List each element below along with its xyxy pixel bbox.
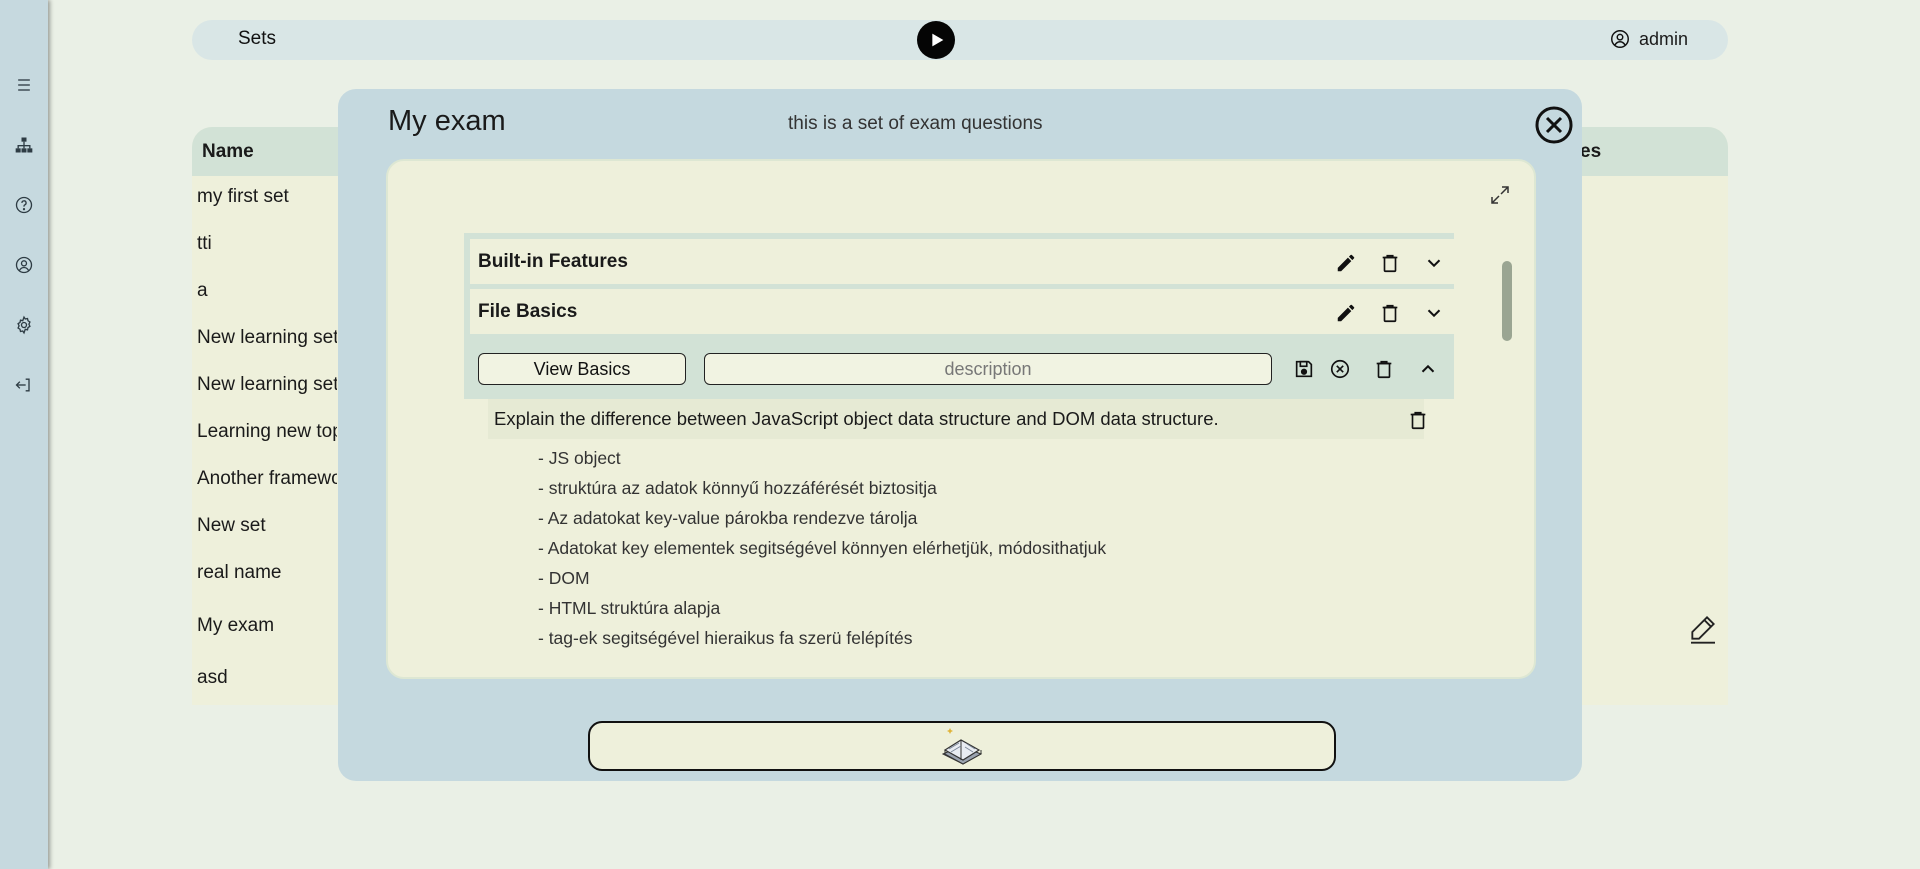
user-circle-icon[interactable] xyxy=(12,253,36,277)
play-button[interactable] xyxy=(917,21,955,59)
pencil-icon[interactable] xyxy=(1334,301,1358,325)
username: admin xyxy=(1638,28,1688,49)
study-button[interactable] xyxy=(588,721,1336,771)
table-row[interactable]: real name xyxy=(197,562,337,584)
table-row[interactable]: a xyxy=(197,280,337,302)
topic-edit-row xyxy=(464,339,1454,399)
menu-icon[interactable] xyxy=(12,73,36,97)
topic-title-input[interactable] xyxy=(478,353,686,385)
play-icon xyxy=(932,33,944,47)
topic-list: Built-in Features File Basics E xyxy=(464,233,1454,653)
top-bar: Sets admin xyxy=(192,20,1728,60)
sidebar xyxy=(0,0,48,869)
answer-line: - struktúra az adatok könnyű hozzáférésé… xyxy=(538,478,937,498)
chevron-down-icon[interactable] xyxy=(1422,301,1446,325)
table-row[interactable]: New set xyxy=(197,515,337,537)
help-icon[interactable] xyxy=(12,193,36,217)
set-modal: My exam this is a set of exam questions … xyxy=(338,89,1582,781)
topic-description-input[interactable] xyxy=(704,353,1272,385)
study-book-icon xyxy=(941,728,983,765)
topic-item[interactable]: Built-in Features xyxy=(464,239,1454,289)
cancel-icon[interactable] xyxy=(1328,357,1352,381)
user-menu[interactable]: admin xyxy=(1609,28,1688,50)
table-row[interactable]: tti xyxy=(197,233,337,255)
trash-icon[interactable] xyxy=(1378,251,1402,275)
question-item[interactable]: Explain the difference between JavaScrip… xyxy=(488,399,1426,439)
gear-icon[interactable] xyxy=(12,313,36,337)
pencil-icon[interactable] xyxy=(1334,251,1358,275)
trash-icon[interactable] xyxy=(1378,301,1402,325)
topic-title: Built-in Features xyxy=(478,251,628,272)
trash-icon[interactable] xyxy=(1406,408,1430,432)
save-icon[interactable] xyxy=(1292,357,1316,381)
chevron-down-icon[interactable] xyxy=(1422,251,1446,275)
answer-line: - JS object xyxy=(538,448,621,468)
user-circle-icon xyxy=(1610,30,1629,48)
answer-line: - DOM xyxy=(538,568,590,588)
modal-description: this is a set of exam questions xyxy=(788,113,1043,134)
answer-line: - Az adatokat key-value párokba rendezve… xyxy=(538,508,918,528)
close-button[interactable] xyxy=(1534,105,1574,145)
trash-icon[interactable] xyxy=(1372,357,1396,381)
page-title: Sets xyxy=(238,28,277,49)
table-row[interactable]: My exam xyxy=(197,615,337,637)
table-row[interactable]: New learning set xyxy=(197,327,337,349)
table-row[interactable]: asd xyxy=(197,667,337,689)
expand-icon[interactable] xyxy=(1488,183,1514,209)
column-header-name: Name xyxy=(202,141,254,162)
answer-text: - JS object - struktúra az adatok könnyű… xyxy=(538,443,1454,653)
scrollbar-thumb[interactable] xyxy=(1502,261,1512,341)
logout-icon[interactable] xyxy=(12,373,36,397)
column-header-right: es xyxy=(1580,141,1602,162)
answer-line: - Adatokat key elementek segitségével kö… xyxy=(538,538,1107,558)
topic-title: File Basics xyxy=(478,301,578,322)
answer-line: - HTML struktúra alapja xyxy=(538,598,721,618)
question-text: Explain the difference between JavaScrip… xyxy=(494,408,1219,429)
sitemap-icon[interactable] xyxy=(12,133,36,157)
table-row[interactable]: New learning set xyxy=(197,374,337,396)
table-row[interactable]: Learning new topic xyxy=(197,421,337,443)
topic-item[interactable]: File Basics xyxy=(464,289,1454,339)
answer-line: - tag-ek segitségével hieraikus fa szerü… xyxy=(538,628,913,648)
chevron-up-icon[interactable] xyxy=(1416,357,1440,381)
modal-title: My exam xyxy=(388,105,506,137)
table-row[interactable]: Another framework xyxy=(197,468,337,490)
close-icon xyxy=(1535,106,1573,144)
topics-panel: Built-in Features File Basics E xyxy=(386,159,1536,679)
table-row[interactable]: my first set xyxy=(197,186,337,208)
pencil-icon[interactable] xyxy=(1687,612,1721,646)
